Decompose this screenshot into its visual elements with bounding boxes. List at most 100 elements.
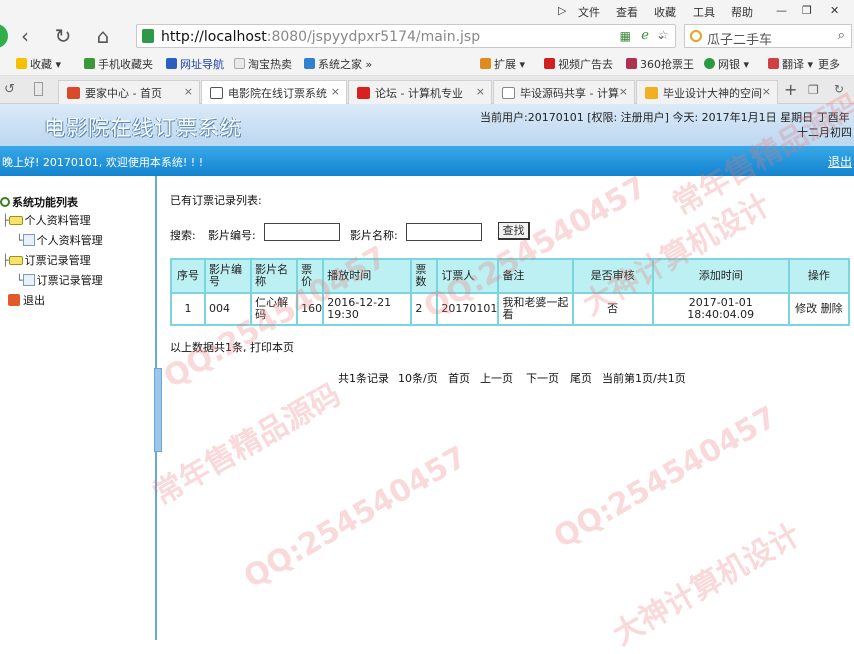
browser-logo-icon[interactable] [0, 24, 8, 48]
pager-total: 共1条记录 [338, 372, 389, 385]
menu-file[interactable]: 文件 [578, 4, 600, 20]
cell-price: 160 [296, 292, 325, 326]
search-box[interactable]: 瓜子二手车 ⌕ [684, 24, 852, 48]
sidebar-item-profile[interactable]: └ 个人资料管理 [16, 232, 103, 248]
print-link[interactable]: 打印本页 [250, 341, 294, 354]
fav-taobao[interactable]: 淘宝热卖 [234, 56, 292, 72]
search-icon[interactable]: ⌕ [838, 28, 845, 43]
page-icon [210, 87, 223, 99]
search-label: 搜索: [170, 229, 196, 242]
fav-mobile[interactable]: 手机收藏夹 [84, 56, 153, 72]
tree-line-icon: └ [16, 234, 23, 247]
bank-icon [704, 58, 715, 69]
document-icon [22, 274, 35, 286]
tab-list-icon[interactable]: ❐ [808, 83, 819, 97]
tree-root-icon [0, 197, 10, 207]
dropdown-chevron-icon[interactable]: ⌄ [656, 28, 666, 42]
tab-restore-icon[interactable]: ↻ [834, 82, 844, 96]
app-header: 电影院在线订票系统 当前用户:20170101 [权限: 注册用户] 今天: 2… [0, 104, 854, 146]
close-window-icon[interactable]: ✕ [830, 4, 839, 17]
cell-remark: 我和老婆一起看 [497, 292, 574, 326]
search-button[interactable]: 查找 [498, 222, 530, 240]
cell-actions: 修改 删除 [787, 292, 851, 326]
minimize-icon[interactable]: — [776, 4, 787, 17]
col-count: 票数 [410, 258, 439, 294]
sidebar-group-profile[interactable]: ├ 个人资料管理 [2, 212, 91, 228]
tab-space[interactable]: 毕业设计大神的空间 × [636, 80, 778, 104]
welcome-bar: 晚上好! 20170101, 欢迎使用本系统! ! ! 退出 [0, 146, 854, 176]
play-icon [544, 58, 555, 69]
col-price: 票价 [296, 258, 325, 294]
pager-last[interactable]: 尾页 [570, 370, 592, 386]
undo-tab-icon[interactable]: ↺ [4, 82, 15, 97]
tab-bar: ↺ 要家中心 - 首页 × 电影院在线订票系统 × 论坛 - 计算机专业 × 毕设源码… [0, 76, 854, 105]
translate-icon [768, 58, 779, 69]
close-tab-icon[interactable]: × [619, 85, 628, 98]
fav-adblock[interactable]: 视频广告去 [544, 56, 613, 72]
menu-favorites[interactable]: 收藏 [654, 4, 676, 20]
menu-view[interactable]: 查看 [616, 4, 638, 20]
film-no-input[interactable] [264, 223, 340, 241]
close-tab-icon[interactable]: × [476, 85, 485, 98]
url-text: http://localhost:8080/jspyydpxr5174/main… [161, 29, 481, 45]
home-site-icon [67, 87, 80, 99]
sidebar-item-booking[interactable]: └ 订票记录管理 [16, 272, 103, 288]
tree-line-icon: └ [16, 274, 23, 287]
sidebar-exit[interactable]: 退出 [8, 292, 45, 308]
fav-more[interactable]: 更多 [818, 56, 840, 72]
pager-per-page: 10条/页 [398, 372, 438, 385]
sidebar: 系统功能列表 ├ 个人资料管理 └ 个人资料管理 ├ 订票记录管理 └ 订票记录管理 退… [0, 176, 157, 640]
edit-link[interactable]: 修改 [795, 302, 817, 315]
logout-link[interactable]: 退出 [828, 153, 852, 170]
tab-cinema[interactable]: 电影院在线订票系统 × [201, 80, 347, 105]
restore-icon[interactable]: ❐ [802, 4, 812, 17]
fav-collect[interactable]: 收藏 ▾ [16, 56, 61, 72]
home-icon[interactable]: ⌂ [90, 24, 116, 48]
pager-next[interactable]: 下一页 [526, 370, 559, 386]
menu-help[interactable]: 帮助 [731, 4, 753, 20]
col-show-time: 播放时间 [322, 258, 413, 294]
pager-first[interactable]: 首页 [448, 370, 470, 386]
film-name-input[interactable] [406, 223, 482, 241]
delete-link[interactable]: 删除 [821, 302, 843, 315]
fav-nav[interactable]: 网址导航 [166, 56, 224, 72]
tab-home[interactable]: 要家中心 - 首页 × [58, 80, 200, 104]
ticket-icon [626, 58, 637, 69]
tree-line-icon: ├ [2, 214, 9, 227]
welcome-text: 晚上好! 20170101, 欢迎使用本系统! ! ! [2, 156, 204, 169]
fav-system[interactable]: 系统之家 » [304, 56, 372, 72]
tab-source[interactable]: 毕设源码共享 - 计算 × [493, 80, 635, 104]
back-icon[interactable]: ‹ [12, 24, 38, 48]
star-site-icon [645, 87, 658, 99]
qr-icon[interactable]: ▦ [620, 29, 631, 43]
new-tab-icon[interactable]: + [784, 80, 797, 99]
exit-icon [8, 294, 20, 306]
fav-bank[interactable]: 网银 ▾ [704, 56, 749, 72]
sidebar-root[interactable]: 系统功能列表 [0, 194, 78, 210]
fav-translate[interactable]: 翻译 ▾ [768, 56, 813, 72]
address-bar[interactable]: http://localhost:8080/jspyydpxr5174/main… [136, 24, 676, 48]
fav-ticket[interactable]: 360抢票王 [626, 56, 694, 72]
cell-booker: 20170101 [436, 292, 500, 326]
forum-icon [357, 87, 370, 99]
menu-play-icon[interactable]: ▷ [558, 4, 566, 17]
cell-added-time: 2017-01-01 18:40:04.09 [651, 292, 790, 326]
col-film-name: 影片名称 [250, 258, 299, 294]
refresh-icon[interactable]: ↻ [50, 24, 76, 48]
menu-tools[interactable]: 工具 [693, 4, 715, 20]
table-row: 1 004 仁心解码 160 2016-12-21 19:30 2 201701… [169, 292, 851, 326]
close-tab-icon[interactable]: × [331, 85, 340, 98]
cell-reviewed: 否 [571, 292, 654, 326]
tab-forum[interactable]: 论坛 - 计算机专业 × [348, 80, 492, 104]
sidebar-group-booking[interactable]: ├ 订票记录管理 [2, 252, 91, 268]
fav-extension[interactable]: 扩展 ▾ [480, 56, 525, 72]
col-added-time: 添加时间 [651, 258, 790, 294]
pager-prev[interactable]: 上一页 [480, 370, 513, 386]
close-tab-icon[interactable]: × [762, 85, 771, 98]
address-row: ‹ ↻ ⌂ http://localhost:8080/jspyydpxr517… [0, 22, 854, 50]
phone-tab-icon[interactable] [34, 82, 43, 96]
film-no-label: 影片编号: [208, 229, 256, 242]
windows-icon [304, 58, 315, 69]
close-tab-icon[interactable]: × [184, 85, 193, 98]
speed-icon[interactable]: ℯ [641, 28, 649, 43]
